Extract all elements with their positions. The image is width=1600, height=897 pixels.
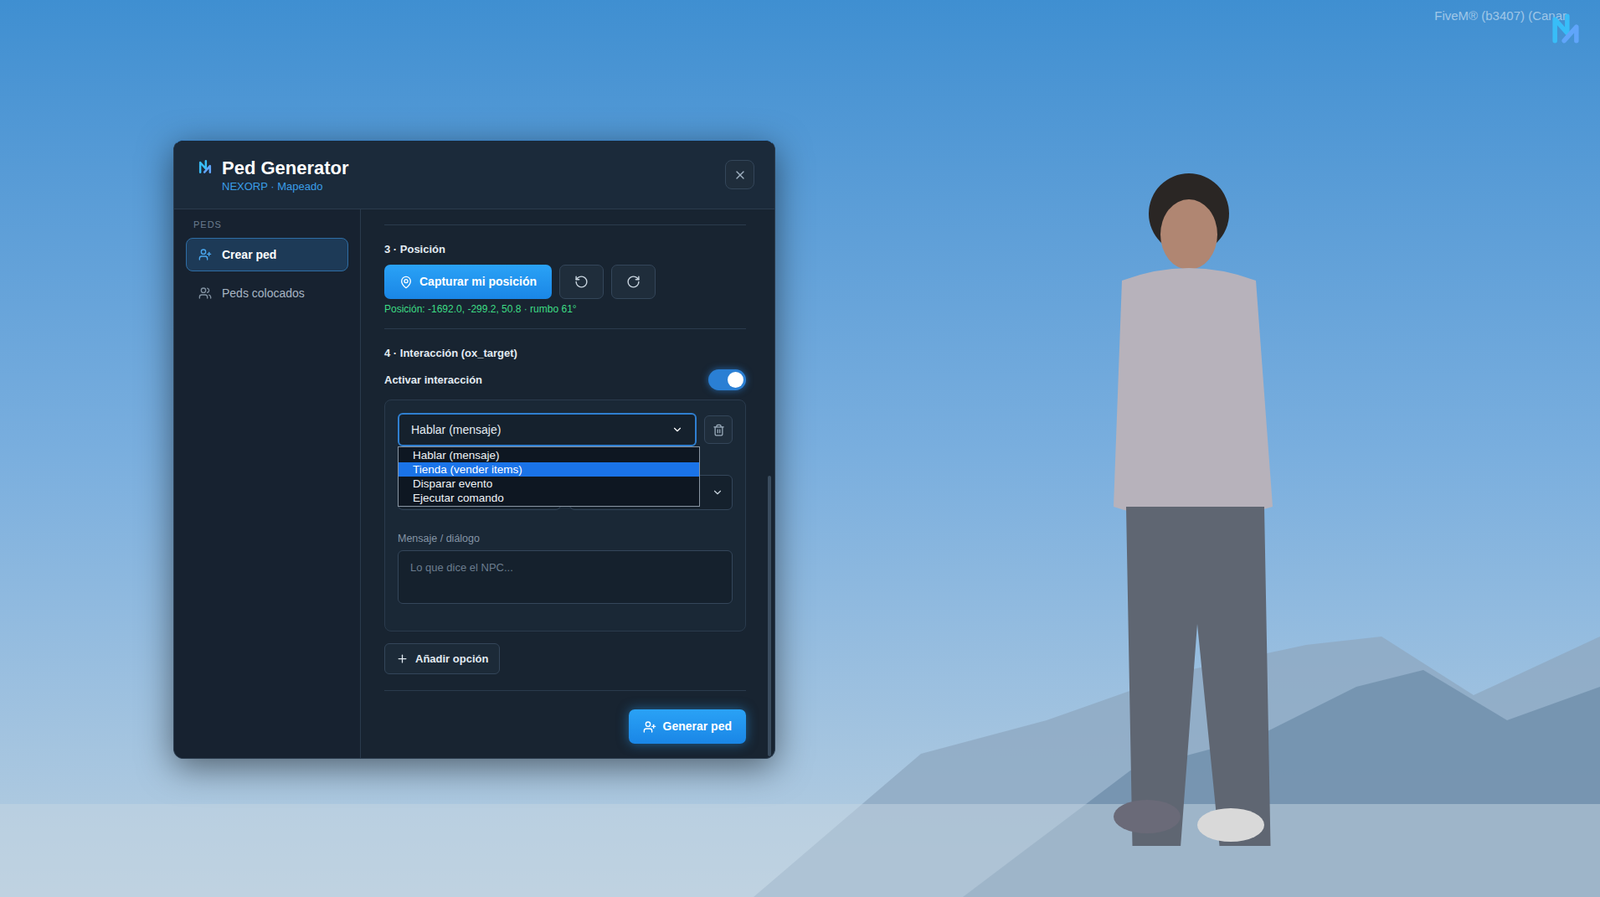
option-type-select[interactable]: Hablar (mensaje) xyxy=(397,412,697,447)
rotate-left-icon xyxy=(574,274,589,289)
window-title: Ped Generator xyxy=(221,156,350,181)
add-option-button[interactable]: Añadir opción xyxy=(384,643,500,674)
capture-position-button[interactable]: Capturar mi posición xyxy=(384,264,552,299)
rotate-right-button[interactable] xyxy=(611,264,656,299)
close-icon xyxy=(733,168,747,182)
trash-icon xyxy=(712,423,726,437)
rotate-left-button[interactable] xyxy=(559,264,604,299)
users-icon xyxy=(198,286,212,300)
plus-icon xyxy=(396,652,409,665)
scrollbar[interactable] xyxy=(767,475,772,757)
delete-option-button[interactable] xyxy=(704,415,733,444)
character-figure xyxy=(1063,154,1290,846)
window-header: Ped GeneratorNEXORP · Mapeado xyxy=(174,140,775,210)
message-label: Mensaje / diálogo xyxy=(397,532,733,545)
message-textarea[interactable]: Lo que dice el NPC... xyxy=(397,550,733,604)
server-logo-icon xyxy=(1547,10,1585,47)
user-plus-icon xyxy=(643,720,657,734)
section-heading: 4 · Interacción (ox_target) xyxy=(384,346,746,361)
toggle-label: Activar interacción xyxy=(384,371,483,389)
chevron-down-icon xyxy=(671,423,684,436)
option-type-menu: Hablar (mensaje)Tienda (vender items)Dis… xyxy=(397,446,700,507)
sidebar-heading: PEDS xyxy=(185,219,349,230)
sidebar-item[interactable]: Peds colocados xyxy=(185,276,349,310)
menu-item[interactable]: Disparar evento xyxy=(398,476,700,491)
menu-item[interactable]: Tienda (vender items) xyxy=(398,462,700,477)
menu-item[interactable]: Hablar (mensaje) xyxy=(398,447,700,463)
generate-ped-button[interactable]: Generar ped xyxy=(628,709,746,744)
build-status: FiveM® (b3407) (Canar xyxy=(1434,6,1567,26)
section-heading: 3 · Posición xyxy=(384,242,746,257)
rotate-right-icon xyxy=(626,274,641,289)
game-screen: FiveM® (b3407) (Canar Ped GeneratorNEXORP… xyxy=(0,0,1600,897)
content: 3 · Posición Capturar mi posición Posición… xyxy=(360,209,775,758)
chevron-down-icon xyxy=(711,486,724,499)
option-card: Hablar (mensaje) Mensaje / diálogo Lo que … xyxy=(384,399,746,632)
interaction-toggle[interactable] xyxy=(708,369,746,391)
close-button[interactable] xyxy=(725,159,755,190)
menu-item[interactable]: Ejecutar comando xyxy=(398,490,700,505)
sidebar-item[interactable]: Crear ped xyxy=(185,237,349,272)
sidebar: PEDS Crear ped Peds colocados xyxy=(174,209,361,758)
logo-icon xyxy=(196,158,214,175)
ped-generator-window: Ped GeneratorNEXORP · Mapeado PEDS Crear p… xyxy=(173,139,776,759)
user-plus-icon xyxy=(198,247,212,262)
map-pin-icon xyxy=(399,275,413,289)
window-subtitle: NEXORP · Mapeado xyxy=(221,180,350,194)
position-reading: Posición: -1692.0, -299.2, 50.8 · rumbo … xyxy=(384,303,746,316)
